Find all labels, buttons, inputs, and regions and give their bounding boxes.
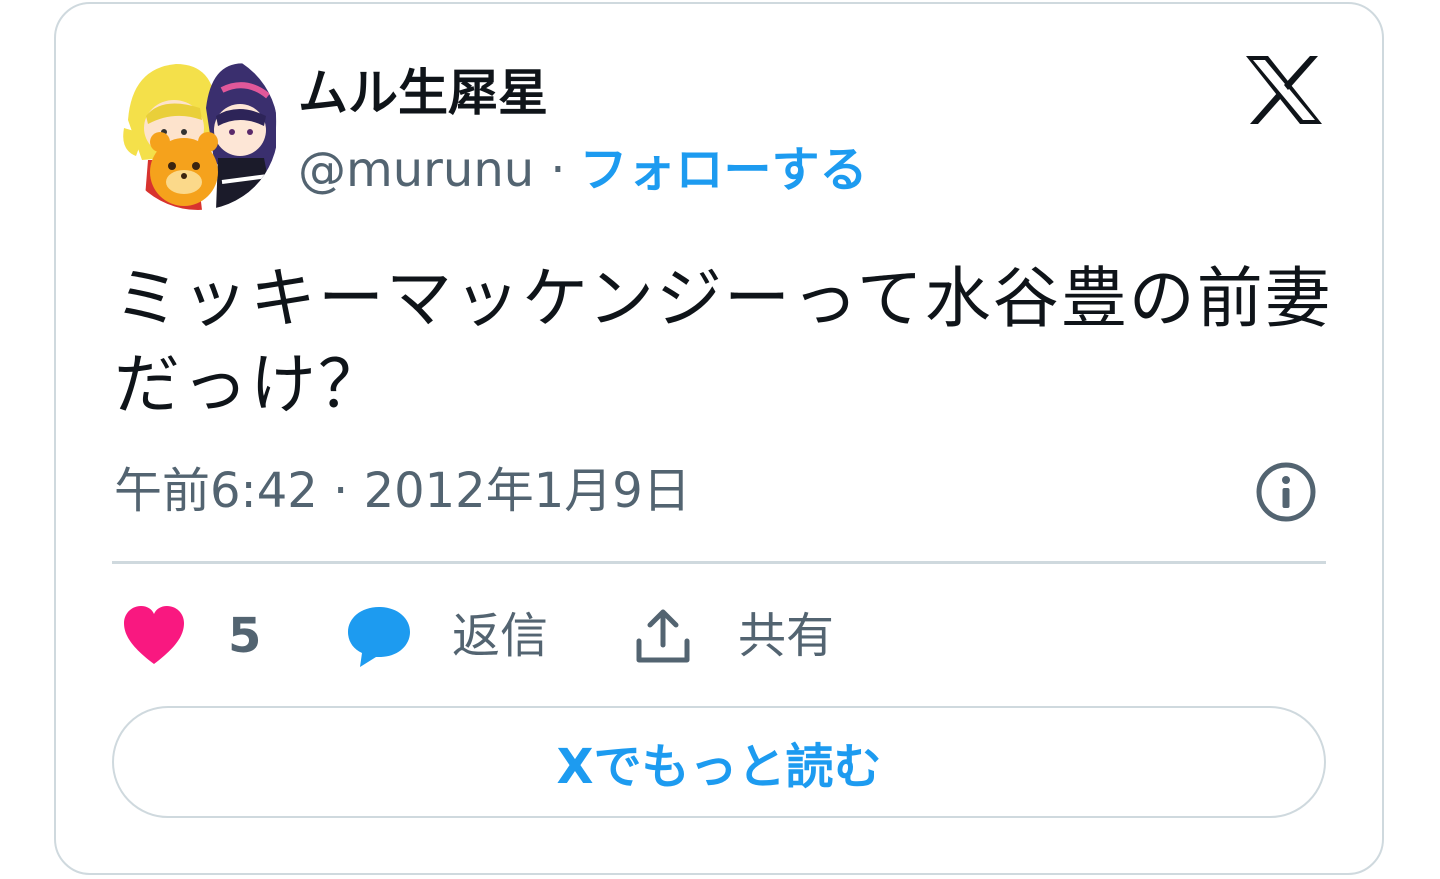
- like-count: 5: [228, 608, 262, 664]
- heart-icon: [122, 606, 186, 666]
- separator-dot: ·: [550, 142, 566, 198]
- divider: [112, 561, 1326, 564]
- read-more-button[interactable]: Xでもっと読む: [112, 706, 1326, 818]
- read-more-label: Xでもっと読む: [556, 739, 882, 795]
- speech-bubble-icon: [346, 605, 412, 667]
- avatar[interactable]: [118, 50, 278, 210]
- avatar-image: [118, 50, 278, 210]
- share-button[interactable]: 共有: [634, 598, 834, 674]
- share-label: 共有: [738, 608, 835, 664]
- author-handle[interactable]: @murunu: [298, 142, 534, 198]
- reply-label: 返信: [452, 608, 549, 664]
- info-icon[interactable]: [1254, 460, 1318, 524]
- tweet-text: ミッキーマッケンジーって水谷豊の前妻だっけ？: [114, 260, 1333, 423]
- like-button[interactable]: 5: [122, 598, 261, 674]
- author-handle-row: @murunu · フォローする: [298, 138, 867, 202]
- display-name[interactable]: ムル生犀星: [298, 58, 548, 128]
- reply-button[interactable]: 返信: [346, 598, 548, 674]
- follow-link[interactable]: フォローする: [579, 142, 867, 198]
- upload-arrow-icon: [634, 607, 692, 665]
- tweet-timestamp[interactable]: 午前6:42 · 2012年1月9日: [114, 458, 691, 524]
- x-logo-icon[interactable]: [1244, 54, 1324, 126]
